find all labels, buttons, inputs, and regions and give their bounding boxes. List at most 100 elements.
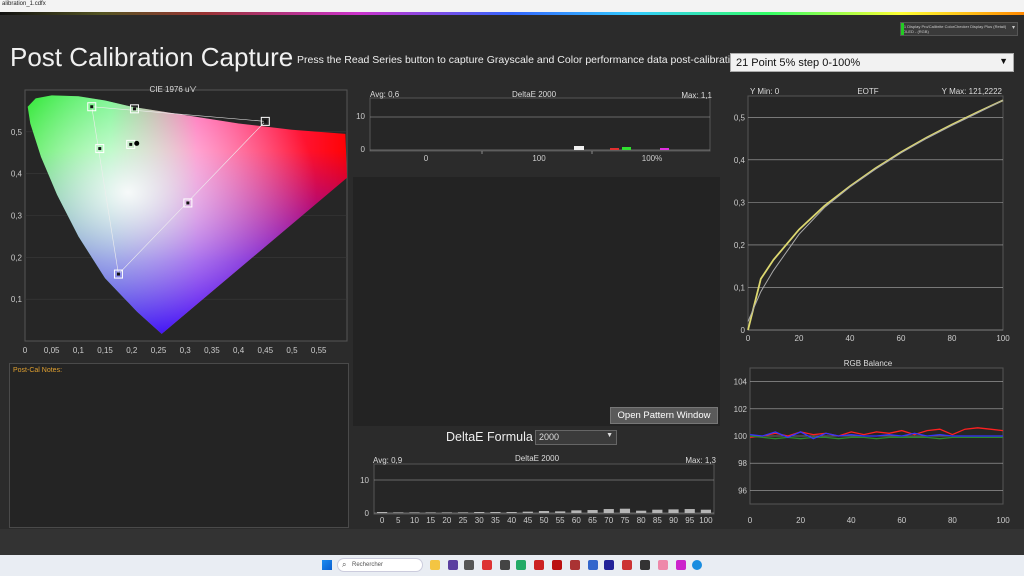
series-select[interactable]: 21 Point 5% step 0-100% ▼ xyxy=(730,53,1014,72)
taskbar-search[interactable]: Rechercher xyxy=(337,558,423,572)
file-explorer-icon[interactable] xyxy=(430,560,440,570)
delta-bot-xtick: 95 xyxy=(685,516,694,525)
eotf-xtick: 100 xyxy=(996,334,1010,343)
delta-bot-xtick: 30 xyxy=(475,516,484,525)
app-icon[interactable] xyxy=(534,560,544,570)
window-title: alibration_1.cdfx xyxy=(2,1,46,7)
device-selector[interactable]: i1 Display Pro/Calibrite ColorChecker Di… xyxy=(900,22,1018,36)
delta-bot-xtick: 20 xyxy=(442,516,451,525)
device-label: i1 Display Pro/Calibrite ColorChecker Di… xyxy=(903,24,1007,34)
delta-bot-xtick: 5 xyxy=(396,516,401,525)
app-icon[interactable] xyxy=(658,560,668,570)
rgb-xtick: 0 xyxy=(748,516,753,525)
eotf-title: EOTF xyxy=(857,87,878,96)
series-select-value: 21 Point 5% step 0-100% xyxy=(736,57,861,69)
delta-bar xyxy=(668,509,679,513)
app-icon[interactable] xyxy=(500,560,510,570)
taskbar: Rechercher xyxy=(0,555,1024,576)
delta-top-avg: Avg: 0,6 xyxy=(370,90,400,99)
rgb-xtick: 80 xyxy=(948,516,957,525)
delta-top-xtick: 100 xyxy=(532,154,546,163)
delta-bot-xtick: 80 xyxy=(637,516,646,525)
app-icon[interactable] xyxy=(676,560,686,570)
delta-e-bottom-chart: Avg: 0,9 DeltaE 2000 Max: 1,3 10 0 0 5 10 1… xyxy=(360,454,716,525)
rgb-title: RGB Balance xyxy=(844,359,893,368)
delta-e-top-chart: Avg: 0,6 DeltaE 2000 Max: 1,1 10 0 0 100… xyxy=(356,90,712,163)
delta-bar xyxy=(603,509,614,513)
rgb-ytick: 102 xyxy=(734,405,748,414)
instruction-text: Press the Read Series button to capture … xyxy=(297,54,745,66)
cie-ytick: 0,1 xyxy=(11,295,23,304)
cie-xtick: 0,15 xyxy=(97,346,113,355)
page-title: Post Calibration Capture xyxy=(10,42,294,72)
app-icon[interactable] xyxy=(622,560,632,570)
app-icon[interactable] xyxy=(604,560,614,570)
windows-start-icon[interactable] xyxy=(322,560,332,570)
chevron-down-icon: ▾ xyxy=(1011,25,1015,31)
delta-top-bar-white xyxy=(574,146,584,150)
cie-chart: CIE 1976 u'v' 0 0,05 0,1 0,15 0,2 0,25 0,3 0,35… xyxy=(11,85,348,355)
rgb-ytick: 104 xyxy=(734,378,748,387)
delta-bar xyxy=(409,512,420,513)
delta-bot-ytick-10: 10 xyxy=(360,476,369,485)
delta-bar xyxy=(522,511,533,513)
delta-bot-xtick: 25 xyxy=(459,516,468,525)
delta-bot-title: DeltaE 2000 xyxy=(515,454,560,463)
eotf-ytick: 0,1 xyxy=(734,283,746,292)
delta-bot-xtick: 35 xyxy=(491,516,500,525)
eotf-ymin: Y Min: 0 xyxy=(750,87,780,96)
cie-measured-point xyxy=(98,147,102,151)
app-icon[interactable] xyxy=(464,560,474,570)
delta-bar xyxy=(457,512,469,513)
app-icon[interactable] xyxy=(570,560,580,570)
eotf-xtick: 20 xyxy=(795,334,804,343)
delta-top-title: DeltaE 2000 xyxy=(512,90,557,99)
notes-label: Post-Cal Notes: xyxy=(13,367,63,374)
open-pattern-window-button[interactable]: Open Pattern Window xyxy=(610,407,718,424)
app-icon[interactable] xyxy=(640,560,650,570)
cie-xtick: 0,5 xyxy=(286,346,298,355)
delta-bot-xtick: 60 xyxy=(572,516,581,525)
cie-ytick: 0,4 xyxy=(11,170,23,179)
cie-xtick: 0,05 xyxy=(44,346,60,355)
app-icon[interactable] xyxy=(448,560,458,570)
delta-bot-xtick: 50 xyxy=(540,516,549,525)
app-icon[interactable] xyxy=(552,560,562,570)
notes-area[interactable]: Post-Cal Notes: xyxy=(9,363,349,528)
rgb-ytick: 96 xyxy=(738,486,747,495)
delta-bar xyxy=(636,510,647,513)
status-bar xyxy=(0,529,1024,555)
delta-bot-avg: Avg: 0,9 xyxy=(373,456,403,465)
cie-xtick: 0,55 xyxy=(311,346,327,355)
cie-title: CIE 1976 u'v' xyxy=(149,85,197,94)
cie-xtick: 0 xyxy=(23,346,28,355)
delta-formula-select[interactable]: 2000 ▼ xyxy=(535,430,617,445)
delta-top-bar-green xyxy=(622,147,631,150)
app-icon[interactable] xyxy=(588,560,598,570)
delta-bar xyxy=(684,509,695,513)
delta-bar xyxy=(474,512,485,513)
delta-bot-xtick: 15 xyxy=(426,516,435,525)
rgb-xtick: 100 xyxy=(996,516,1010,525)
eotf-chart: Y Min: 0 EOTF Y Max: 121,2222 0,5 0,4 0,3 0… xyxy=(734,87,1010,343)
delta-bot-xtick: 45 xyxy=(523,516,532,525)
delta-bot-xtick: 90 xyxy=(669,516,678,525)
delta-bot-xtick: 0 xyxy=(380,516,385,525)
eotf-ytick: 0,4 xyxy=(734,156,746,165)
rgb-xtick: 60 xyxy=(897,516,906,525)
rgb-ytick: 100 xyxy=(734,432,748,441)
delta-bar xyxy=(393,512,404,513)
cie-ytick: 0,3 xyxy=(11,212,23,221)
eotf-xtick: 40 xyxy=(846,334,855,343)
delta-bar xyxy=(490,512,501,513)
cie-white-point xyxy=(134,140,140,146)
app-icon[interactable] xyxy=(692,560,702,570)
rgb-xtick: 20 xyxy=(796,516,805,525)
app-icon[interactable] xyxy=(482,560,492,570)
eotf-ytick: 0,5 xyxy=(734,113,746,122)
app-icon[interactable] xyxy=(516,560,526,570)
delta-top-xtick: 0 xyxy=(424,154,429,163)
cie-measured-point xyxy=(263,119,267,123)
cie-measured-point xyxy=(186,201,190,205)
delta-bot-xtick: 10 xyxy=(410,516,419,525)
